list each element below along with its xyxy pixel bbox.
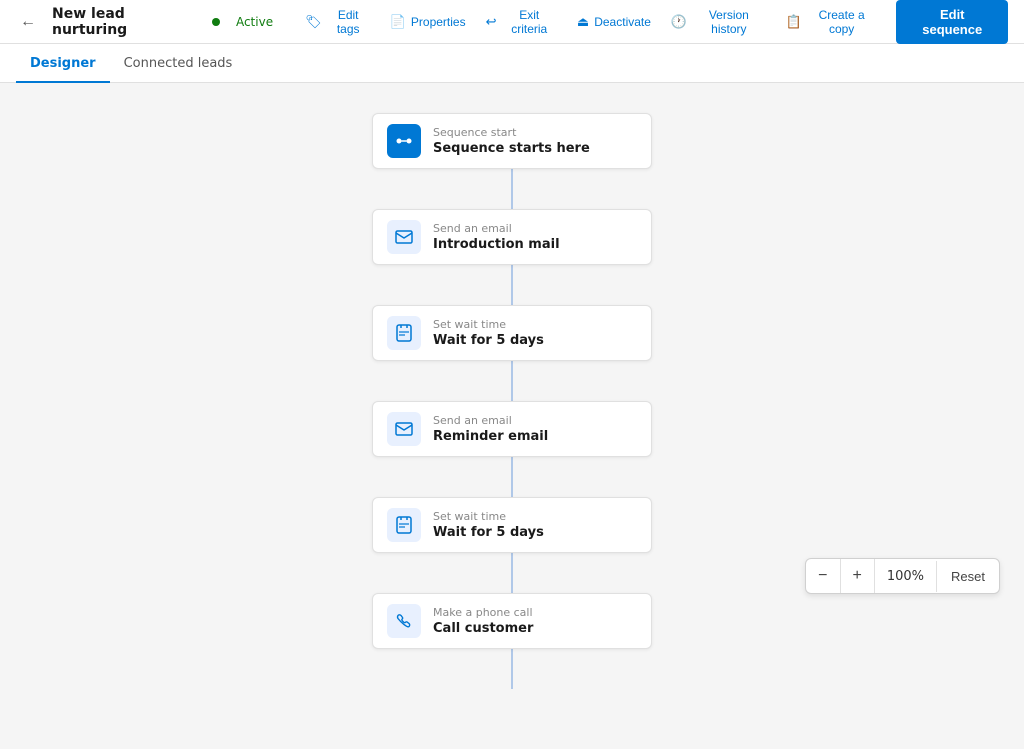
- node-intro-text: Send an email Introduction mail: [433, 222, 560, 252]
- node-wait-1[interactable]: Set wait time Wait for 5 days: [372, 305, 652, 361]
- header-actions: 🏷 Edit tags 📄 Properties ↩ Exit criteria…: [297, 0, 1008, 44]
- connector-4: [511, 457, 513, 497]
- node-start-label: Sequence start: [433, 126, 590, 139]
- tab-designer[interactable]: Designer: [16, 44, 110, 83]
- deactivate-icon: ⏏: [577, 14, 589, 30]
- node-start-text: Sequence start Sequence starts here: [433, 126, 590, 156]
- node-reminder-text: Send an email Reminder email: [433, 414, 548, 444]
- create-copy-button[interactable]: 📋 Create a copy: [778, 2, 885, 42]
- sequence-flow: Sequence start Sequence starts here Send…: [0, 113, 1024, 689]
- node-intro-mail[interactable]: Send an email Introduction mail: [372, 209, 652, 265]
- node-start-title: Sequence starts here: [433, 141, 590, 156]
- page-title: New lead nurturing: [52, 6, 200, 38]
- zoom-controls: − + 100% Reset: [805, 558, 1000, 594]
- node-intro-title: Introduction mail: [433, 237, 560, 252]
- wait-icon-1: [387, 316, 421, 350]
- node-intro-label: Send an email: [433, 222, 560, 235]
- canvas: Sequence start Sequence starts here Send…: [0, 83, 1024, 749]
- status-dot: [212, 18, 220, 26]
- exit-criteria-button[interactable]: ↩ Exit criteria: [478, 2, 565, 42]
- zoom-out-button[interactable]: −: [806, 559, 840, 593]
- properties-icon: 📄: [390, 14, 406, 30]
- node-phone-call[interactable]: Make a phone call Call customer: [372, 593, 652, 649]
- node-sequence-start[interactable]: Sequence start Sequence starts here: [372, 113, 652, 169]
- wait-icon-2: [387, 508, 421, 542]
- connector-6: [511, 649, 513, 689]
- properties-button[interactable]: 📄 Properties: [382, 8, 474, 36]
- node-wait2-title: Wait for 5 days: [433, 525, 544, 540]
- node-wait2-label: Set wait time: [433, 510, 544, 523]
- node-wait2-text: Set wait time Wait for 5 days: [433, 510, 544, 540]
- connector-5: [511, 553, 513, 593]
- start-icon: [387, 124, 421, 158]
- node-phone-title: Call customer: [433, 621, 533, 636]
- node-wait-2[interactable]: Set wait time Wait for 5 days: [372, 497, 652, 553]
- edit-sequence-button[interactable]: Edit sequence: [896, 0, 1008, 44]
- connector-3: [511, 361, 513, 401]
- node-phone-text: Make a phone call Call customer: [433, 606, 533, 636]
- email-icon-1: [387, 220, 421, 254]
- tags-icon: 🏷: [305, 14, 322, 30]
- edit-tags-button[interactable]: 🏷 Edit tags: [297, 2, 378, 42]
- status-label: Active: [236, 15, 273, 29]
- zoom-reset-button[interactable]: Reset: [937, 561, 999, 592]
- node-reminder-email[interactable]: Send an email Reminder email: [372, 401, 652, 457]
- zoom-in-button[interactable]: +: [841, 559, 875, 593]
- exit-icon: ↩: [486, 14, 497, 30]
- node-reminder-label: Send an email: [433, 414, 548, 427]
- node-wait1-label: Set wait time: [433, 318, 544, 331]
- connector-1: [511, 169, 513, 209]
- history-icon: 🕐: [671, 14, 687, 30]
- tabs-bar: Designer Connected leads: [0, 44, 1024, 83]
- node-phone-label: Make a phone call: [433, 606, 533, 619]
- node-wait1-text: Set wait time Wait for 5 days: [433, 318, 544, 348]
- node-wait1-title: Wait for 5 days: [433, 333, 544, 348]
- connector-2: [511, 265, 513, 305]
- tab-connected-leads[interactable]: Connected leads: [110, 44, 247, 83]
- phone-icon: [387, 604, 421, 638]
- email-icon-2: [387, 412, 421, 446]
- app-header: ← New lead nurturing Active 🏷 Edit tags …: [0, 0, 1024, 44]
- copy-icon: 📋: [786, 14, 802, 30]
- zoom-value: 100%: [875, 561, 937, 592]
- version-history-button[interactable]: 🕐 Version history: [663, 2, 774, 42]
- node-reminder-title: Reminder email: [433, 429, 548, 444]
- deactivate-button[interactable]: ⏏ Deactivate: [569, 8, 659, 36]
- back-button[interactable]: ←: [16, 9, 40, 35]
